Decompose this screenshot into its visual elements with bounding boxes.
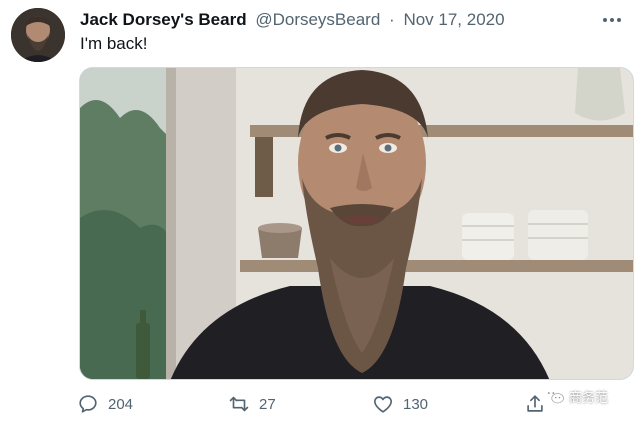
reply-icon (79, 395, 97, 413)
retweet-count: 27 (259, 395, 276, 413)
reply-count: 204 (108, 395, 134, 413)
more-icon[interactable] (601, 10, 623, 30)
reply-button[interactable]: 204 (77, 393, 133, 415)
like-button[interactable]: 130 (372, 393, 428, 415)
heart-icon (374, 396, 392, 413)
like-count: 130 (403, 395, 429, 413)
retweet-button[interactable]: 27 (228, 393, 276, 415)
tweet-date[interactable]: Nov 17, 2020 (403, 10, 504, 29)
header-separator: · (389, 10, 395, 29)
tweet-card[interactable]: Jack Dorsey's Beard @DorseysBeard · Nov … (0, 0, 640, 424)
wechat-icon (544, 388, 564, 404)
tweet-media-image[interactable] (79, 67, 634, 380)
tweet-header: Jack Dorsey's Beard @DorseysBeard · Nov … (80, 10, 505, 30)
author-name[interactable]: Jack Dorsey's Beard (80, 10, 247, 29)
watermark: 商务范 (543, 386, 608, 406)
retweet-icon (229, 396, 249, 412)
watermark-text: 商务范 (569, 389, 609, 405)
avatar[interactable] (11, 8, 65, 62)
author-handle[interactable]: @DorseysBeard (255, 10, 380, 29)
tweet-text: I'm back! (80, 34, 148, 53)
